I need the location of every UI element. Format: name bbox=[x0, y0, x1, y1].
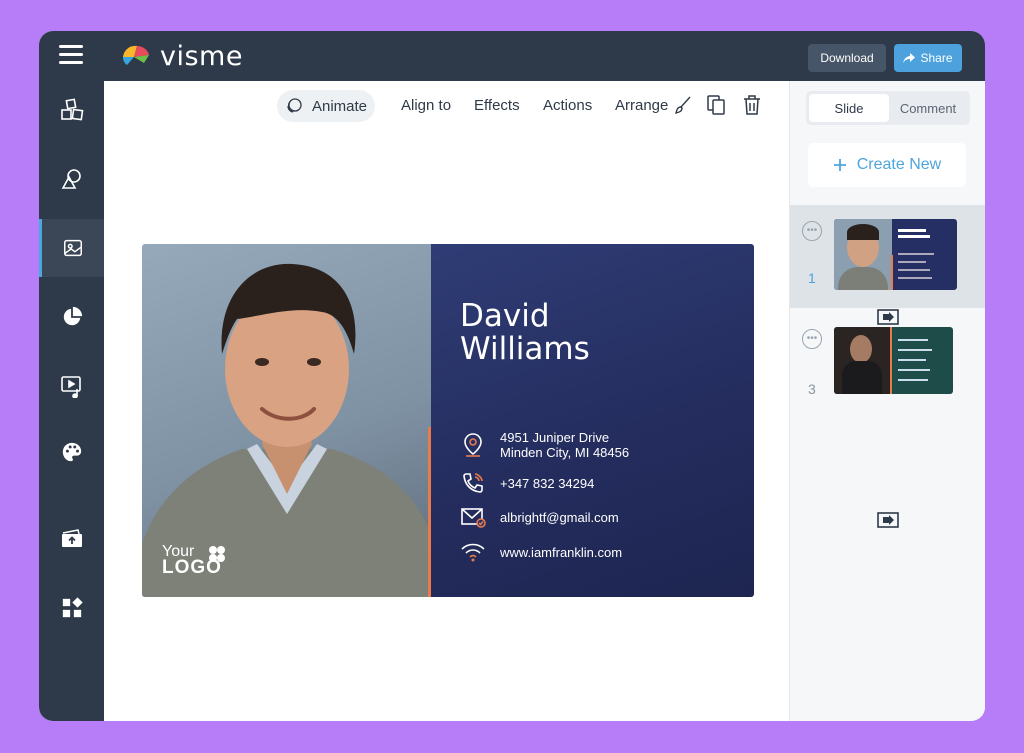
plus-icon bbox=[833, 159, 846, 171]
align-label: Align to bbox=[401, 96, 452, 114]
clover-logo-icon bbox=[209, 546, 225, 562]
actions-label: Actions bbox=[543, 96, 593, 114]
share-icon bbox=[903, 53, 916, 63]
phone-number: +347 832 34294 bbox=[500, 475, 595, 491]
slide-number: 3 bbox=[808, 381, 816, 397]
tab-comment[interactable]: Comment bbox=[888, 94, 968, 122]
align-to-button[interactable]: Align to bbox=[401, 81, 451, 129]
info-panel: David Williams 4951 Juniper Drive Minden… bbox=[431, 244, 754, 597]
phone-icon bbox=[463, 473, 483, 493]
more-options-icon[interactable]: ••• bbox=[802, 221, 822, 241]
address-row[interactable]: 4951 Juniper Drive Minden City, MI 48456 bbox=[460, 430, 629, 460]
slide-transition-button[interactable] bbox=[876, 308, 900, 326]
wifi-icon bbox=[461, 543, 485, 562]
website-url: www.iamfranklin.com bbox=[500, 544, 623, 560]
slide-item[interactable]: ••• 3 bbox=[790, 327, 985, 426]
actions-button[interactable]: Actions bbox=[543, 81, 592, 129]
slide-number: 1 bbox=[808, 270, 816, 286]
tab-slide[interactable]: Slide bbox=[809, 94, 889, 122]
address-line1: 4951 Juniper Drive bbox=[500, 430, 610, 445]
animate-icon bbox=[287, 98, 302, 113]
website-row[interactable]: www.iamfranklin.com bbox=[460, 539, 622, 565]
apps-icon bbox=[62, 597, 83, 618]
app-name: visme bbox=[160, 41, 243, 72]
sidebar-item-media[interactable] bbox=[39, 357, 104, 415]
panel-tabs: Slide Comment bbox=[806, 91, 970, 125]
download-button[interactable]: Download bbox=[808, 44, 886, 72]
person-name[interactable]: David Williams bbox=[460, 300, 590, 366]
top-bar: visme Download Share bbox=[104, 31, 985, 81]
arrange-button[interactable]: Arrange bbox=[615, 81, 668, 129]
share-label: Share bbox=[920, 51, 953, 65]
email-icon bbox=[461, 508, 486, 528]
effects-label: Effects bbox=[474, 96, 520, 114]
slide-thumbnail[interactable] bbox=[834, 327, 953, 394]
shapes-icon bbox=[61, 169, 81, 189]
tab-comment-label: Comment bbox=[899, 100, 957, 116]
menu-icon[interactable] bbox=[59, 45, 83, 65]
create-new-button[interactable]: Create New bbox=[808, 143, 966, 187]
palette-icon bbox=[62, 442, 81, 462]
delete-button[interactable] bbox=[743, 81, 761, 129]
phone-row[interactable]: +347 832 34294 bbox=[460, 470, 594, 496]
sidebar-item-colors[interactable] bbox=[39, 423, 104, 481]
brush-button[interactable] bbox=[674, 81, 692, 129]
sidebar-item-uploads[interactable] bbox=[39, 509, 104, 567]
create-new-label: Create New bbox=[856, 156, 942, 173]
media-icon bbox=[60, 376, 81, 398]
duplicate-button[interactable] bbox=[707, 81, 725, 129]
email-address: albrightf@gmail.com bbox=[500, 509, 619, 525]
element-toolbar: Animate Align to Effects Actions Arrange bbox=[104, 81, 789, 130]
share-button[interactable]: Share bbox=[894, 44, 962, 72]
duplicate-icon bbox=[707, 95, 725, 115]
brush-icon bbox=[675, 96, 691, 114]
effects-button[interactable]: Effects bbox=[474, 81, 520, 129]
slides-panel: Slide Comment Create New ••• 1 ••• 3 bbox=[789, 81, 985, 721]
address-line2: Minden City, MI 48456 bbox=[500, 445, 630, 460]
chart-icon bbox=[63, 306, 82, 326]
upload-icon bbox=[61, 529, 82, 547]
portrait-photo[interactable]: Your LOGO bbox=[142, 244, 431, 597]
logo-line2: LOGO bbox=[162, 557, 222, 578]
transition-icon bbox=[877, 309, 899, 325]
slide-transition-button[interactable] bbox=[876, 511, 900, 529]
tab-slide-label: Slide bbox=[834, 100, 864, 116]
app-window: visme Download Share Animate Align to Ef… bbox=[39, 31, 985, 721]
email-row[interactable]: albrightf@gmail.com bbox=[460, 504, 619, 530]
slide-thumbnail[interactable] bbox=[834, 219, 957, 290]
location-icon bbox=[464, 433, 482, 457]
sidebar-item-text[interactable] bbox=[39, 81, 104, 139]
editor-canvas[interactable]: Your LOGO David Williams 4951 Juniper Dr… bbox=[104, 129, 789, 721]
business-card[interactable]: Your LOGO David Williams 4951 Juniper Dr… bbox=[142, 244, 754, 597]
download-label: Download bbox=[820, 51, 874, 65]
text-blocks-icon bbox=[60, 98, 83, 121]
sidebar-item-images[interactable] bbox=[39, 219, 104, 277]
sidebar-item-shapes[interactable] bbox=[39, 150, 104, 208]
animate-label: Animate bbox=[312, 97, 368, 115]
name-line2: Williams bbox=[460, 331, 590, 367]
left-sidebar bbox=[39, 31, 104, 721]
more-options-icon[interactable]: ••• bbox=[802, 329, 822, 349]
animate-button[interactable]: Animate bbox=[277, 90, 376, 122]
slide-item[interactable]: ••• 1 bbox=[790, 205, 985, 308]
sidebar-item-charts[interactable] bbox=[39, 288, 104, 346]
trash-icon bbox=[744, 95, 760, 115]
transition-icon bbox=[877, 512, 899, 528]
image-icon bbox=[64, 239, 82, 257]
brand-logo[interactable]: visme bbox=[120, 41, 243, 72]
visme-logo-icon bbox=[123, 45, 149, 65]
sidebar-item-apps[interactable] bbox=[39, 579, 104, 637]
name-line1: David bbox=[460, 298, 550, 334]
arrange-label: Arrange bbox=[615, 96, 669, 114]
